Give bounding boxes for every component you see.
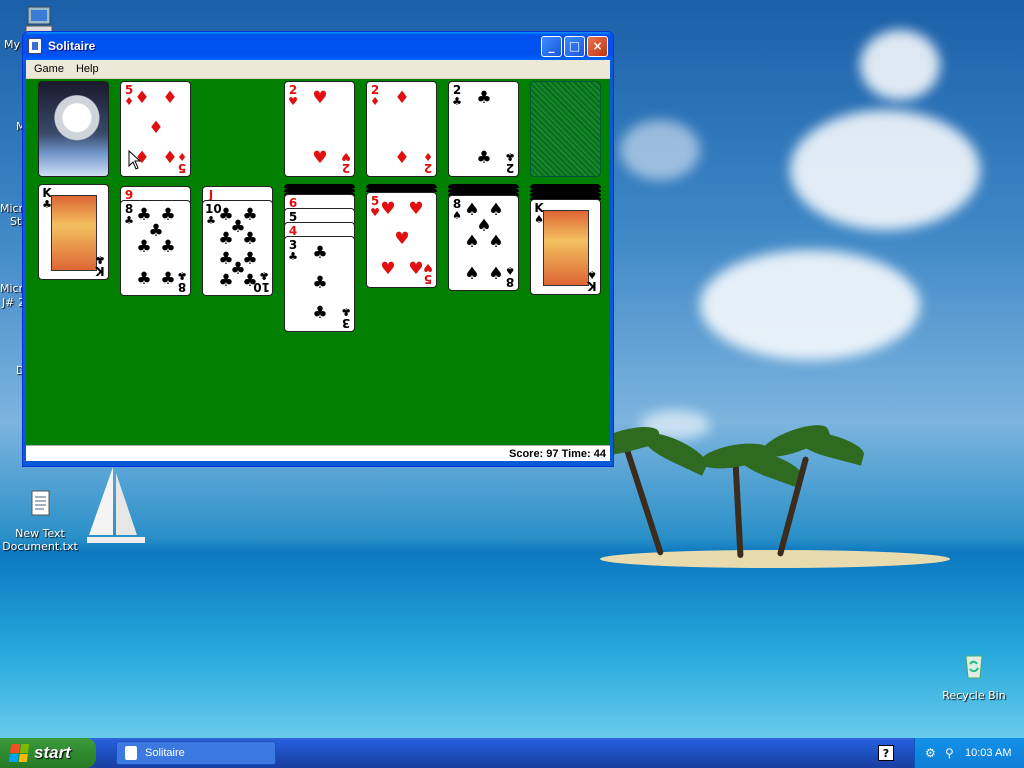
- foundation-pile-clubs[interactable]: 2 ♣ ♣ ♣ 2 ♣: [448, 81, 519, 177]
- status-bar: Score: 97 Time: 44: [26, 445, 610, 461]
- stock-pile[interactable]: [38, 81, 109, 177]
- island: [600, 550, 950, 568]
- king-face-art: [51, 195, 97, 271]
- desktop-icon-text-document[interactable]: New Text Document.txt: [0, 488, 80, 553]
- windows-logo-icon: [8, 744, 30, 762]
- tableau-card[interactable]: K ♣ K ♣: [38, 184, 109, 280]
- window-title: Solitaire: [48, 39, 96, 53]
- menu-bar: Game Help: [26, 60, 610, 79]
- start-button[interactable]: start: [0, 738, 96, 768]
- tableau-card[interactable]: 8 ♠ ♠ ♠ ♠ ♠ ♠ ♠ ♠ 8 ♠: [448, 195, 519, 291]
- palm-tree: [621, 441, 665, 557]
- foundation-pile-hearts[interactable]: 2 ♥ ♥ ♥ 2 ♥: [284, 81, 355, 177]
- tableau-card[interactable]: 8 ♣ ♣ ♣ ♣ ♣ ♣ ♣ ♣ 8 ♣: [120, 200, 191, 296]
- minimize-button[interactable]: _: [541, 35, 562, 57]
- maximize-button[interactable]: □: [564, 35, 585, 57]
- taskbar: start Solitaire ? ⚙ ⚲ 10:03 AM: [0, 738, 1024, 768]
- foundation-pile-empty[interactable]: [530, 81, 601, 177]
- foundation-pile-diamonds[interactable]: 2 ♦ ♦ ♦ 2 ♦: [366, 81, 437, 177]
- tableau-card[interactable]: K ♠ K ♠: [530, 199, 601, 295]
- text-document-icon: [31, 490, 50, 516]
- tableau-card[interactable]: 3 ♣ ♣ ♣ ♣ 3 ♣: [284, 236, 355, 332]
- desktop-icon-recycle-bin[interactable]: Recycle Bin: [934, 650, 1014, 702]
- system-tray: ⚙ ⚲ 10:03 AM: [914, 738, 1024, 768]
- tableau-card[interactable]: 10 ♣ ♣ ♣ ♣ ♣ ♣ ♣ ♣ ♣ ♣ ♣ 10 ♣: [202, 200, 273, 296]
- title-bar[interactable]: Solitaire _ □ ×: [23, 32, 613, 60]
- solitaire-app-icon: [28, 38, 42, 54]
- menu-help[interactable]: Help: [70, 63, 105, 75]
- menu-game[interactable]: Game: [28, 63, 70, 75]
- search-icon[interactable]: ⚲: [945, 746, 959, 760]
- solitaire-window: Solitaire _ □ × Game Help 5 ♦ ♦ ♦ ♦ ♦ ♦ 5…: [22, 31, 614, 467]
- game-table: 5 ♦ ♦ ♦ ♦ ♦ ♦ 5 ♦ 2 ♥ ♥ ♥ 2 ♥ 2 ♦ ♦ ♦ 2 ♦ 2 ♣ ♣…: [26, 79, 610, 445]
- recycle-bin-icon: [965, 655, 983, 679]
- network-icon[interactable]: ⚙: [925, 746, 939, 760]
- mouse-cursor-icon: [128, 150, 142, 170]
- taskbar-item-solitaire[interactable]: Solitaire: [116, 741, 276, 765]
- score-time-text: Score: 97 Time: 44: [508, 447, 606, 460]
- sailboat: [87, 467, 145, 543]
- close-button[interactable]: ×: [587, 35, 608, 57]
- palm-tree: [732, 459, 744, 559]
- tableau-card[interactable]: 5 ♥ ♥ ♥ ♥ ♥ ♥ 5 ♥: [366, 192, 437, 288]
- help-icon[interactable]: ?: [878, 745, 894, 761]
- solitaire-app-icon: [125, 746, 137, 760]
- king-face-art: [543, 210, 589, 286]
- clock[interactable]: 10:03 AM: [965, 747, 1011, 759]
